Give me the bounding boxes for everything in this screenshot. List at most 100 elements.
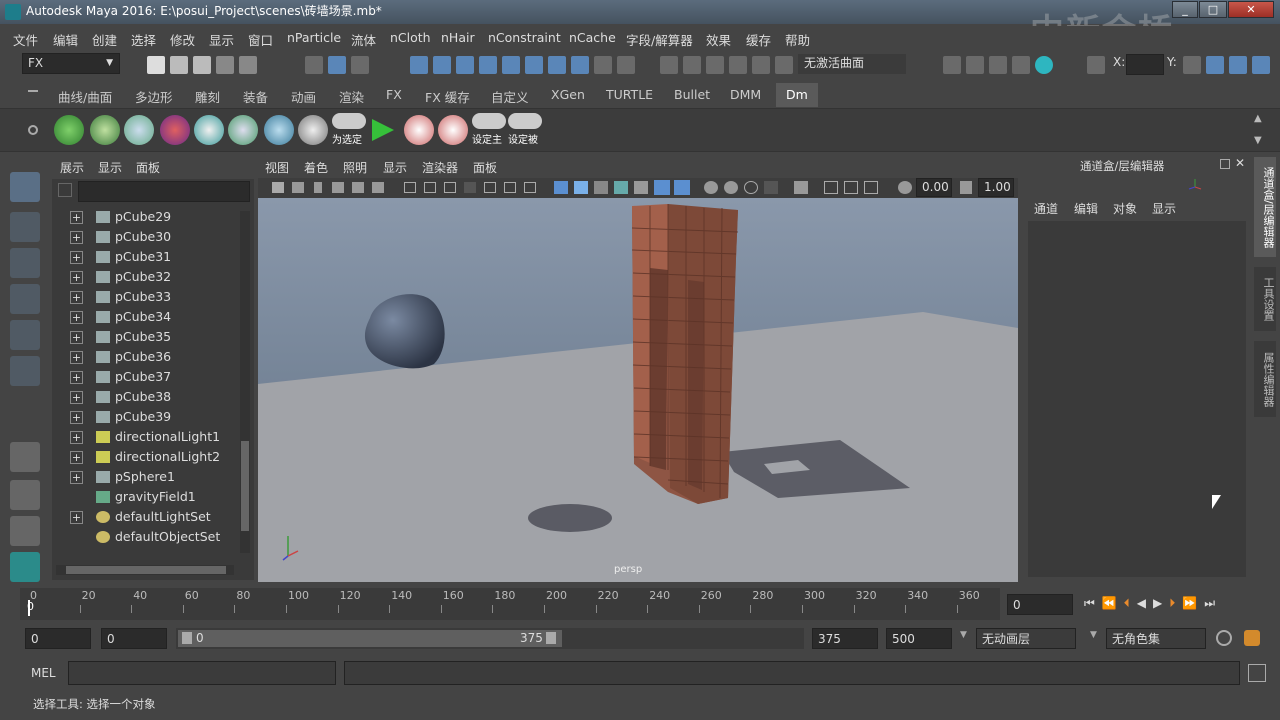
- outliner-item[interactable]: + pCube38: [52, 387, 238, 407]
- outliner-filter-icon[interactable]: [58, 183, 72, 197]
- script-editor-icon[interactable]: [1248, 664, 1266, 682]
- dm-tool-5-icon[interactable]: [194, 115, 224, 145]
- snap-view-plane-icon[interactable]: [479, 56, 497, 74]
- dm-tool-1-icon[interactable]: [54, 115, 84, 145]
- playback-start-field[interactable]: 0: [101, 628, 167, 649]
- menu-display[interactable]: 显示: [209, 30, 234, 49]
- tab-sculpt[interactable]: 雕刻: [195, 87, 220, 106]
- save-scene-icon[interactable]: [193, 56, 211, 74]
- outliner-item[interactable]: + pCube32: [52, 267, 238, 287]
- vp-menu-lighting[interactable]: 照明: [343, 159, 367, 176]
- menu-file[interactable]: 文件: [13, 30, 38, 49]
- camera-icon[interactable]: [272, 182, 284, 193]
- step-forward-key-icon[interactable]: ⏵: [1169, 596, 1182, 610]
- input-ops-icon[interactable]: [683, 56, 701, 74]
- outliner-scrollbar[interactable]: [240, 211, 250, 553]
- cb-menu-edit[interactable]: 编辑: [1074, 200, 1098, 217]
- go-to-end-icon[interactable]: ⏭: [1204, 596, 1222, 610]
- construction-history-icon[interactable]: [729, 56, 747, 74]
- tab-dmm[interactable]: DMM: [730, 87, 761, 102]
- step-back-key-icon[interactable]: ⏴: [1124, 596, 1137, 610]
- range-slider-bar[interactable]: [178, 630, 562, 647]
- tab-animation[interactable]: 动画: [291, 87, 316, 106]
- menu-ncloth[interactable]: nCloth: [390, 30, 431, 45]
- tab-dm[interactable]: Dm: [776, 83, 818, 107]
- ipr-render-icon[interactable]: [989, 56, 1007, 74]
- tab-fx-cache[interactable]: FX 缓存: [425, 87, 470, 106]
- anim-prefs-icon[interactable]: [1244, 630, 1260, 646]
- attribute-editor-toggle-icon[interactable]: [1229, 56, 1247, 74]
- tab-rigging[interactable]: 装备: [243, 87, 268, 106]
- side-tab-attribute-editor[interactable]: 属性编辑器: [1254, 341, 1276, 417]
- shelf-scroll-up-icon[interactable]: ▲: [1254, 113, 1262, 124]
- cb-menu-channels[interactable]: 通道: [1034, 200, 1058, 217]
- outliner-item[interactable]: + directionalLight1: [52, 427, 238, 447]
- hypershade-icon[interactable]: [1035, 56, 1053, 74]
- grease-pencil-icon[interactable]: [372, 182, 384, 193]
- open-scene-icon[interactable]: [170, 56, 188, 74]
- menu-ncache[interactable]: nCache: [569, 30, 616, 45]
- expand-icon[interactable]: +: [70, 291, 83, 304]
- cb-menu-show[interactable]: 显示: [1152, 200, 1176, 217]
- lock-icon[interactable]: [594, 56, 612, 74]
- magic-wand-icon[interactable]: [752, 56, 770, 74]
- rotate-tool-icon[interactable]: [10, 320, 40, 350]
- playback-end-field[interactable]: 375: [812, 628, 878, 649]
- render-view-icon[interactable]: [943, 56, 961, 74]
- use-all-lights-icon[interactable]: [654, 180, 670, 195]
- menu-fields-solvers[interactable]: 字段/解算器: [626, 30, 693, 49]
- side-tab-tool-settings[interactable]: 工具设置: [1254, 267, 1276, 331]
- play-back-icon[interactable]: ◀: [1137, 596, 1153, 610]
- vp-menu-renderer[interactable]: 渲染器: [422, 159, 458, 176]
- outliner-hscrollbar[interactable]: [56, 565, 234, 575]
- outliner-item[interactable]: + pCube33: [52, 287, 238, 307]
- shelf-menu-icon[interactable]: [28, 90, 38, 92]
- outliner-item[interactable]: + pCube31: [52, 247, 238, 267]
- render-settings-icon[interactable]: [1012, 56, 1030, 74]
- menu-nconstraint[interactable]: nConstraint: [488, 30, 561, 45]
- outliner-item[interactable]: + pCube34: [52, 307, 238, 327]
- single-view-icon[interactable]: [10, 442, 40, 472]
- shelf-scroll-down-icon[interactable]: ▼: [1254, 135, 1262, 146]
- select-object-icon[interactable]: [328, 56, 346, 74]
- dm-tool-6-icon[interactable]: [228, 115, 258, 145]
- move-tool-icon[interactable]: [10, 284, 40, 314]
- tab-rendering[interactable]: 渲染: [339, 87, 364, 106]
- outliner-item[interactable]: + pCube36: [52, 347, 238, 367]
- redo-icon[interactable]: [239, 56, 257, 74]
- outliner-menu-display[interactable]: 显示: [98, 159, 122, 176]
- xray-icon[interactable]: [824, 181, 838, 194]
- scene-start-field[interactable]: 0: [25, 628, 91, 649]
- snap-surface-icon[interactable]: [502, 56, 520, 74]
- layout-preset-icon[interactable]: [10, 552, 40, 582]
- tab-bullet[interactable]: Bullet: [674, 87, 710, 102]
- anim-layer-dropdown-icon[interactable]: ▼: [960, 630, 967, 640]
- menu-effects[interactable]: 效果: [706, 30, 731, 49]
- motion-blur-icon[interactable]: [724, 181, 738, 194]
- command-input[interactable]: [68, 661, 336, 685]
- dm-tool-3-icon[interactable]: [124, 115, 154, 145]
- step-forward-icon[interactable]: ⏩: [1182, 596, 1204, 610]
- transform-mode-icon[interactable]: [1087, 56, 1105, 74]
- outliner-item[interactable]: + pCube35: [52, 327, 238, 347]
- smooth-shade-icon[interactable]: [574, 181, 588, 194]
- menu-window[interactable]: 窗口: [248, 30, 273, 49]
- tab-curves-surfaces[interactable]: 曲线/曲面: [58, 87, 112, 106]
- outliner-item[interactable]: + pCube39: [52, 407, 238, 427]
- expand-icon[interactable]: +: [70, 231, 83, 244]
- bookmark-icon[interactable]: [314, 182, 322, 193]
- outliner-menu-panels[interactable]: 面板: [136, 159, 160, 176]
- menu-nparticle[interactable]: nParticle: [287, 30, 341, 45]
- tab-custom[interactable]: 自定义: [491, 87, 529, 106]
- select-component-icon[interactable]: [351, 56, 369, 74]
- image-plane-icon[interactable]: [332, 182, 344, 193]
- select-hierarchy-icon[interactable]: [305, 56, 323, 74]
- expand-icon[interactable]: +: [70, 391, 83, 404]
- screen-space-ao-icon[interactable]: [704, 181, 718, 194]
- vp-menu-show[interactable]: 显示: [383, 159, 407, 176]
- menu-set-dropdown[interactable]: FX ▼: [22, 53, 120, 74]
- cb-menu-object[interactable]: 对象: [1113, 200, 1137, 217]
- wireframe-icon[interactable]: [554, 181, 568, 194]
- set-selected-icon[interactable]: [332, 113, 366, 129]
- expand-icon[interactable]: +: [70, 211, 83, 224]
